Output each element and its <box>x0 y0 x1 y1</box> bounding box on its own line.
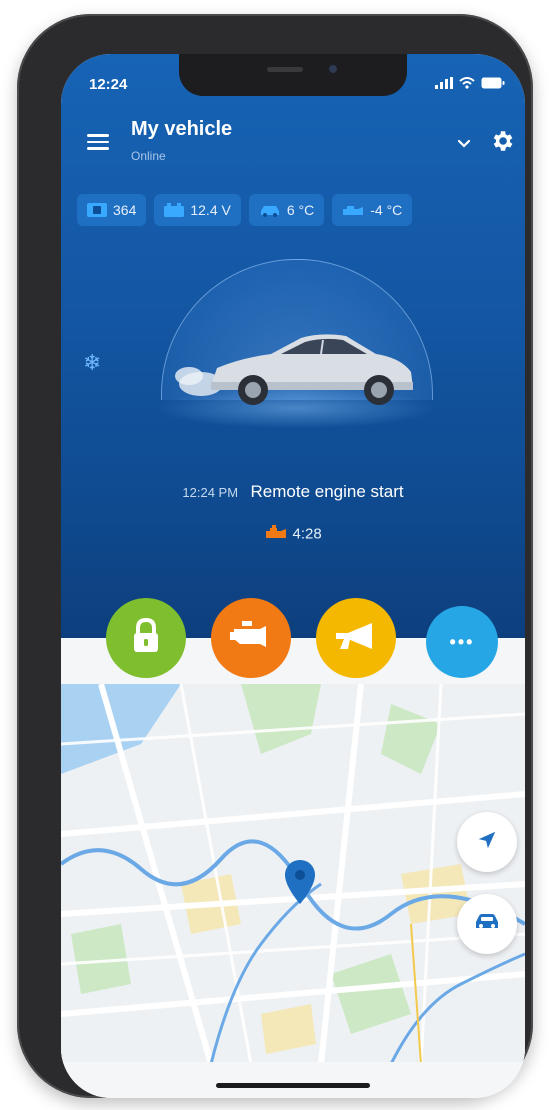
engine-timer: 4:28 <box>61 524 525 544</box>
event-label: Remote engine start <box>250 482 404 501</box>
app-screen: 12:24 My vehicle Online 364 12.4 V 6 °C … <box>61 54 525 1098</box>
menu-icon[interactable] <box>87 134 109 150</box>
metric-value: 364 <box>113 202 137 218</box>
vehicle-hero: 12:24 My vehicle Online 364 12.4 V 6 °C … <box>61 54 525 638</box>
battery-icon <box>164 203 185 217</box>
wifi-icon <box>459 76 475 94</box>
card-icon <box>87 203 107 217</box>
vehicle-title[interactable]: My vehicle <box>131 118 232 141</box>
snowflake-icon: ❄ <box>83 350 102 375</box>
more-actions-button[interactable]: ••• <box>426 606 498 678</box>
gear-icon[interactable] <box>489 128 515 154</box>
last-event: 12:24 PM Remote engine start <box>61 482 525 502</box>
car-interior-temp-icon <box>259 203 281 217</box>
navigation-arrow-icon <box>476 829 498 856</box>
lock-button[interactable] <box>106 598 186 678</box>
event-time: 12:24 PM <box>182 485 239 500</box>
quick-actions: ••• <box>106 598 498 678</box>
lock-icon <box>131 617 161 659</box>
metric-value: 6 °C <box>286 202 315 218</box>
timer-value: 4:28 <box>292 525 322 543</box>
engine-start-button[interactable] <box>211 598 291 678</box>
vehicle-location-pin[interactable] <box>285 860 315 909</box>
metric-chip: -4 °C <box>332 194 413 226</box>
locate-button[interactable] <box>457 812 517 872</box>
metric-value: -4 °C <box>370 202 403 218</box>
metric-value: 12.4 V <box>190 202 231 218</box>
status-icons <box>435 76 505 94</box>
more-icon: ••• <box>449 631 475 652</box>
horn-icon <box>334 621 378 656</box>
battery-status-icon <box>481 76 505 94</box>
vehicle-status: Online <box>131 149 166 163</box>
metrics-bar: 364 12.4 V 6 °C -4 °C <box>77 194 413 226</box>
home-indicator[interactable] <box>216 1083 370 1088</box>
metric-chip: 12.4 V <box>154 194 241 226</box>
bottom-bar <box>61 1062 525 1098</box>
car-image <box>171 316 421 421</box>
metric-chip: 364 <box>77 194 147 226</box>
status-time: 12:24 <box>89 76 128 93</box>
car-icon <box>473 912 501 937</box>
horn-button[interactable] <box>316 598 396 678</box>
metric-chip: 6 °C <box>248 194 325 226</box>
signal-icon <box>435 76 453 94</box>
phone-frame: 12:24 My vehicle Online 364 12.4 V 6 °C … <box>17 14 533 1098</box>
engine-timer-icon <box>264 525 292 544</box>
engine-temp-icon <box>342 203 364 217</box>
chevron-down-icon[interactable] <box>457 136 471 154</box>
engine-icon <box>230 620 272 656</box>
phone-notch <box>179 54 407 96</box>
vehicle-center-button[interactable] <box>457 894 517 954</box>
